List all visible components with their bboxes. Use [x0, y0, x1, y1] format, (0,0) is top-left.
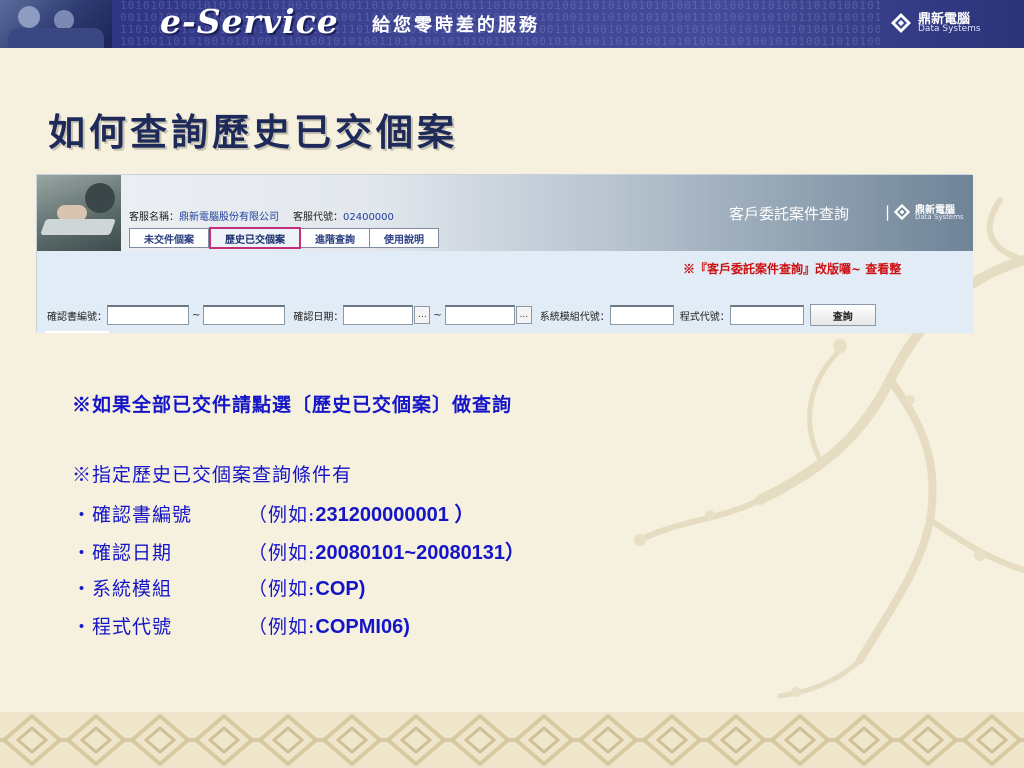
app-header-photo: [37, 175, 121, 251]
tab-user-guide[interactable]: 使用說明: [370, 228, 439, 248]
service-name-label: 客服名稱：: [129, 212, 179, 223]
main-instruction: ※如果全部已交件請點選〔歷史已交個案〕做查詢: [72, 394, 513, 416]
app-title-separator: |: [885, 203, 891, 221]
banner-slogan: 給您零時差的服務: [372, 15, 540, 36]
condition-label: ・系統模組: [72, 578, 173, 600]
confirm-date-to-input[interactable]: [444, 305, 515, 325]
logo-diamond-icon: [891, 13, 911, 33]
condition-label: ・確認書編號: [72, 504, 193, 526]
app-tabs: 未交件個案 歷史已交個案 進階查詢 使用說明: [129, 227, 439, 249]
logo-diamond-icon: [893, 203, 911, 221]
program-code-input[interactable]: [729, 305, 804, 325]
app-header: 客服名稱：鼎新電腦股份有限公司 客服代號：02400000 未交件個案 歷史已交個…: [37, 175, 973, 251]
confirm-date-from-input[interactable]: [343, 305, 414, 325]
condition-example: COPMI06): [315, 616, 410, 638]
service-code-value: 02400000: [343, 212, 394, 223]
condition-example: 20080101~20080131）: [315, 542, 526, 564]
conditions-list: ・確認書編號 （例如: 231200000001 ） ・確認日期 （例如: 200801…: [72, 498, 525, 650]
condition-example: COP): [315, 578, 366, 600]
condition-example: 231200000001 ）: [315, 504, 475, 526]
condition-label: ・程式代號: [72, 616, 173, 638]
app-account-info: 客服名稱：鼎新電腦股份有限公司 客服代號：02400000: [129, 208, 394, 223]
confirm-no-to-input[interactable]: [203, 305, 286, 325]
tab-advanced-search[interactable]: 進階查詢: [301, 228, 370, 248]
condition-item: ・確認書編號 （例如: 231200000001 ）: [72, 498, 525, 536]
confirm-no-tilde: ~: [192, 309, 201, 321]
banner-logo: 鼎新電腦 Data Systems: [890, 8, 1018, 38]
conditions-title: ※指定歷史已交個案查詢條件有: [72, 464, 353, 486]
date-to-picker-button[interactable]: ...: [515, 306, 532, 324]
banner-photo: [0, 0, 112, 48]
app-brand-en: Data Systems: [915, 213, 964, 221]
app-logo: 鼎新電腦 Data Systems: [893, 201, 973, 227]
condition-example-prefix: （例如:: [248, 542, 316, 564]
condition-item: ・系統模組 （例如: COP): [72, 574, 525, 612]
top-banner: 1010101100101010011101001010100110101001…: [0, 0, 1024, 48]
confirm-date-label: 確認日期：: [293, 311, 344, 323]
tab-pending-cases[interactable]: 未交件個案: [129, 228, 209, 248]
condition-example-prefix: （例如:: [248, 504, 316, 526]
page-title: 如何查詢歷史已交個案: [48, 110, 458, 154]
condition-label: ・確認日期: [72, 542, 173, 564]
confirm-date-tilde: ~: [433, 309, 442, 321]
condition-item: ・程式代號 （例如: COPMI06): [72, 612, 525, 650]
confirm-no-from-input[interactable]: [107, 305, 189, 325]
date-from-picker-button[interactable]: ...: [414, 306, 431, 324]
module-code-label: 系統模組代號：: [539, 311, 610, 323]
app-screenshot: 客服名稱：鼎新電腦股份有限公司 客服代號：02400000 未交件個案 歷史已交個…: [36, 174, 973, 333]
app-body: ※『客戶委託案件查詢』改版囉~ 查看整 確認書編號： ~ 確認日期： ... ~…: [37, 251, 973, 333]
search-form: 確認書編號： ~ 確認日期： ... ~ ... 系統模組代號： 程式代號： 查…: [47, 304, 876, 326]
service-code-label: 客服代號：: [293, 212, 343, 223]
condition-example-prefix: （例如:: [248, 578, 316, 600]
confirm-no-label: 確認書編號：: [47, 311, 107, 323]
condition-example-prefix: （例如:: [248, 616, 316, 638]
footer-pattern: [0, 712, 1024, 768]
banner-brand-en: Data Systems: [918, 24, 981, 34]
condition-item: ・確認日期 （例如: 20080101~20080131）: [72, 536, 525, 574]
service-name-value: 鼎新電腦股份有限公司: [179, 212, 279, 223]
module-code-input[interactable]: [609, 305, 674, 325]
app-query-title: 客戶委託案件查詢: [729, 205, 850, 223]
banner-title: e-Service: [160, 2, 339, 41]
app-bottom-strip: [45, 331, 109, 333]
revision-notice-link[interactable]: ※『客戶委託案件查詢』改版囉~ 查看整: [683, 260, 973, 277]
tab-history-cases[interactable]: 歷史已交個案: [209, 227, 301, 249]
search-button[interactable]: 查詢: [809, 304, 876, 326]
program-code-label: 程式代號：: [679, 311, 730, 323]
